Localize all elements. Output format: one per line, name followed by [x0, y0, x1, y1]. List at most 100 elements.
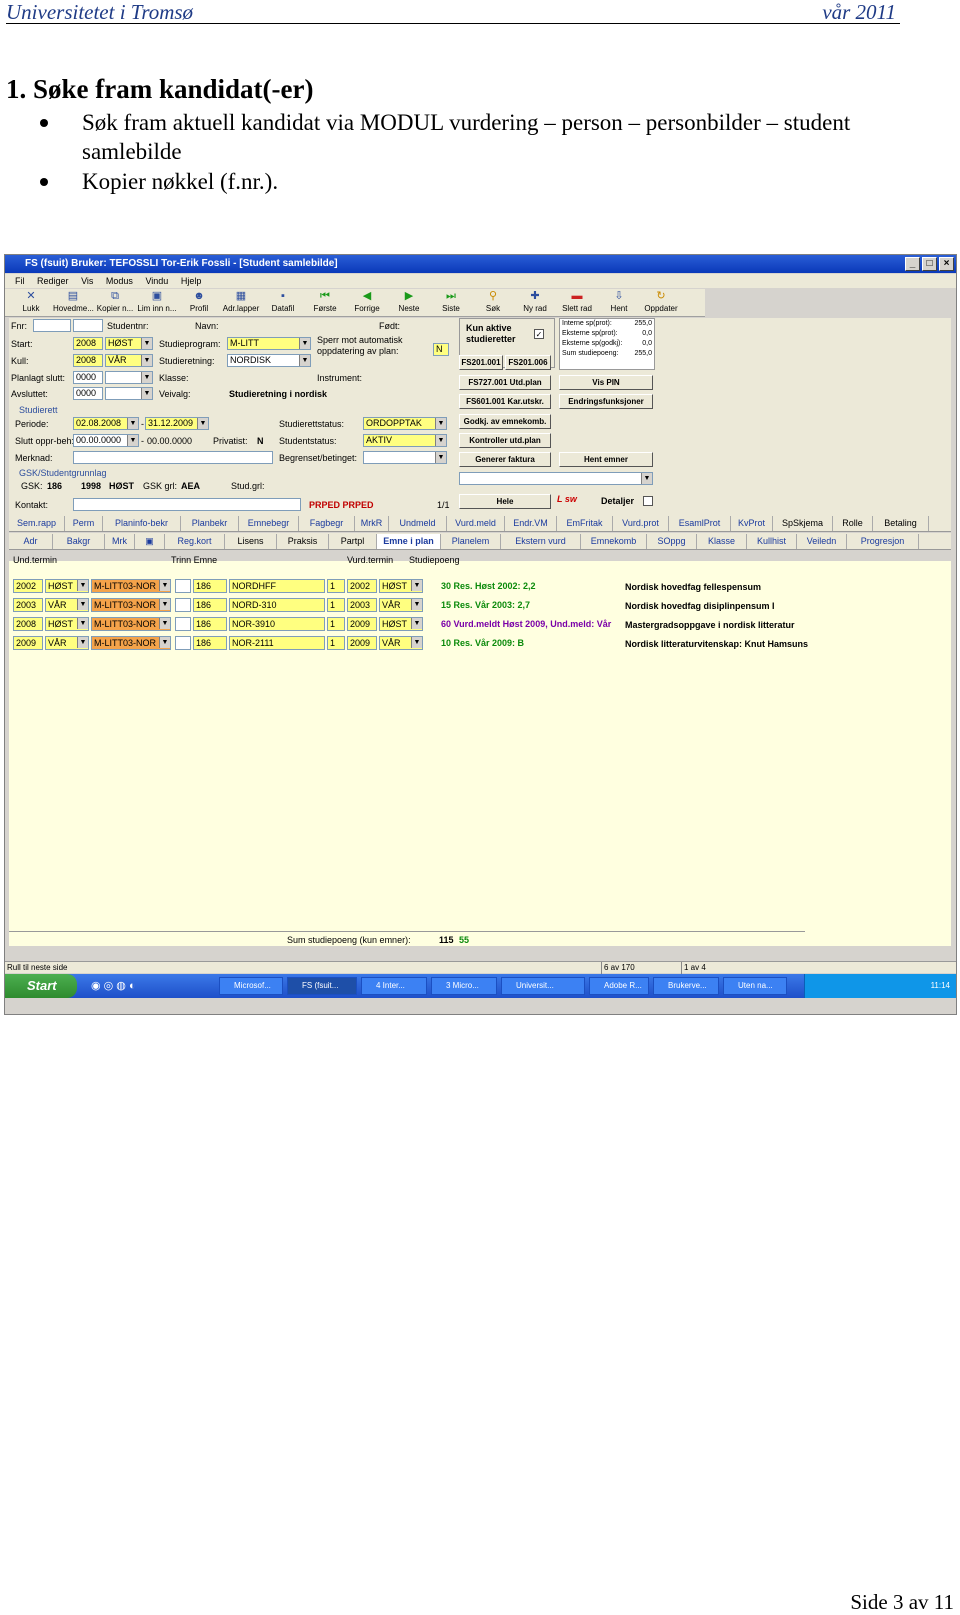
tab-esamlprot[interactable]: EsamlProt: [669, 516, 731, 531]
tab-adr[interactable]: Adr: [9, 534, 53, 549]
tab-kullhist[interactable]: Kullhist: [747, 534, 797, 549]
grid-cell-v[interactable]: 1: [327, 579, 345, 593]
toolbar-oppdater[interactable]: ↻ Oppdater: [641, 289, 681, 317]
kun-aktive-checkbox[interactable]: ✓: [534, 329, 544, 339]
tab-emfritak[interactable]: EmFritak: [557, 516, 613, 531]
tab-vurd-prot[interactable]: Vurd.prot: [613, 516, 669, 531]
studieretning-select[interactable]: NORDISK ▼: [227, 354, 311, 367]
grid-cell-check[interactable]: [175, 598, 191, 612]
grid-cell-emne[interactable]: NORDHFF: [229, 579, 325, 593]
task-microsoft[interactable]: Microsof...: [219, 977, 283, 995]
grid-cell-check[interactable]: [175, 636, 191, 650]
tab-planinfo-bekr[interactable]: Planinfo-bekr: [103, 516, 181, 531]
grid-cell-vyear[interactable]: 2009: [347, 636, 377, 650]
tab-ekstern-vurd[interactable]: Ekstern vurd: [501, 534, 581, 549]
periode-from-field[interactable]: 02.08.2008 ▼: [73, 417, 139, 430]
tab-reg-kort[interactable]: Reg.kort: [165, 534, 225, 549]
start-button[interactable]: Start: [5, 974, 77, 998]
generer-faktura-button[interactable]: Generer faktura: [459, 452, 551, 467]
grid-cell-emne[interactable]: NOR-2111: [229, 636, 325, 650]
endringsfunksjoner-button[interactable]: Endringsfunksjoner: [559, 394, 653, 409]
fnr-input[interactable]: [33, 319, 71, 332]
task-micro[interactable]: 3 Micro...: [431, 977, 497, 995]
detaljer-checkbox[interactable]: [643, 496, 653, 506]
tab-planbekr[interactable]: Planbekr: [181, 516, 239, 531]
tab-partpl[interactable]: Partpl: [329, 534, 377, 549]
grid-cell-check[interactable]: [175, 617, 191, 631]
tab-sem-rapp[interactable]: Sem.rapp: [9, 516, 65, 531]
toolbar-sok[interactable]: ⚲ Søk: [473, 289, 513, 317]
toolbar-siste[interactable]: ⏭ Siste: [431, 289, 471, 317]
tab-mrkr[interactable]: MrkR: [355, 516, 389, 531]
menu-vindu[interactable]: Vindu: [145, 274, 168, 288]
grid-cell-prog[interactable]: M-LITT03-NOR ▼: [91, 598, 171, 612]
tab-vurd-meld[interactable]: Vurd.meld: [447, 516, 505, 531]
tab-mrk[interactable]: Mrk: [105, 534, 135, 549]
kontakt-field[interactable]: [73, 498, 301, 511]
toolbar-kopier[interactable]: ⧉ Kopier n...: [95, 289, 135, 317]
tab-betaling[interactable]: Betaling: [873, 516, 929, 531]
quick-launch-icons[interactable]: ◉ ◎ ◍ ◐: [91, 979, 136, 992]
grid-cell-vyear[interactable]: 2002: [347, 579, 377, 593]
grid-cell-term[interactable]: VÅR ▼: [45, 636, 89, 650]
minimize-icon[interactable]: _: [905, 257, 920, 271]
grid-cell-inst[interactable]: 186: [193, 617, 227, 631]
grid-cell-prog[interactable]: M-LITT03-NOR ▼: [91, 636, 171, 650]
toolbar-lim-inn[interactable]: ▣ Lim inn n...: [137, 289, 177, 317]
maximize-icon[interactable]: □: [922, 257, 937, 271]
tab-praksis[interactable]: Praksis: [277, 534, 329, 549]
tab-rolle[interactable]: Rolle: [833, 516, 873, 531]
kull-year-field[interactable]: 2008: [73, 354, 103, 367]
studieprogram-select[interactable]: M-LITT ▼: [227, 337, 311, 350]
tab-lisens[interactable]: Lisens: [225, 534, 277, 549]
grid-cell-vterm[interactable]: HØST ▼: [379, 579, 423, 593]
tab-emnekomb[interactable]: Emnekomb: [581, 534, 647, 549]
menu-vis[interactable]: Vis: [81, 274, 93, 288]
grid-cell-inst[interactable]: 186: [193, 636, 227, 650]
grid-cell-year[interactable]: 2008: [13, 617, 43, 631]
emne-select[interactable]: ▼: [459, 472, 653, 485]
fs201-001-button[interactable]: FS201.001: [459, 355, 503, 370]
grid-cell-year[interactable]: 2003: [13, 598, 43, 612]
tab-progresjon[interactable]: Progresjon: [847, 534, 919, 549]
tab-emne-i-plan[interactable]: Emne i plan: [377, 534, 441, 549]
tab-planelem[interactable]: Planelem: [441, 534, 501, 549]
task-internet[interactable]: 4 Inter...: [361, 977, 427, 995]
tab-perm[interactable]: Perm: [65, 516, 103, 531]
grid-cell-term[interactable]: VÅR ▼: [45, 598, 89, 612]
task-uten-navn[interactable]: Uten na...: [723, 977, 787, 995]
task-fs[interactable]: FS (fsuit...: [287, 977, 357, 995]
tab-veiledn[interactable]: Veiledn: [797, 534, 847, 549]
fnr-input-2[interactable]: [73, 319, 103, 332]
grid-cell-year[interactable]: 2009: [13, 636, 43, 650]
avsluttet-term-select[interactable]: ▼: [105, 387, 153, 400]
toolbar-lukk[interactable]: ✕ Lukk: [11, 289, 51, 317]
grid-cell-vterm[interactable]: HØST ▼: [379, 617, 423, 631]
grid-cell-v[interactable]: 1: [327, 636, 345, 650]
slutt-from-field[interactable]: 00.00.0000 ▼: [73, 434, 139, 447]
godkj-emnekomb-button[interactable]: Godkj. av emnekomb.: [459, 414, 551, 429]
grid-cell-prog[interactable]: M-LITT03-NOR ▼: [91, 617, 171, 631]
toolbar-forste[interactable]: ⏮ Første: [305, 289, 345, 317]
grid-cell-prog[interactable]: M-LITT03-NOR ▼: [91, 579, 171, 593]
grid-cell-vyear[interactable]: 2003: [347, 598, 377, 612]
grid-cell-vyear[interactable]: 2009: [347, 617, 377, 631]
grid-cell-term[interactable]: HØST ▼: [45, 579, 89, 593]
toolbar-slett-rad[interactable]: ▬ Slett rad: [557, 289, 597, 317]
tab-endr-vm[interactable]: Endr.VM: [505, 516, 557, 531]
menu-fil[interactable]: Fil: [15, 274, 25, 288]
toolbar-hent[interactable]: ⇩ Hent: [599, 289, 639, 317]
task-brukerveiledning[interactable]: Brukerve...: [653, 977, 719, 995]
task-universitet[interactable]: Universit...: [501, 977, 585, 995]
grid-cell-v[interactable]: 1: [327, 617, 345, 631]
tab-klasse[interactable]: Klasse: [697, 534, 747, 549]
fs727-utd-plan-button[interactable]: FS727.001 Utd.plan: [459, 375, 551, 390]
tab-bakgr[interactable]: Bakgr: [53, 534, 105, 549]
periode-to-field[interactable]: 31.12.2009 ▼: [145, 417, 209, 430]
grid-cell-emne[interactable]: NORD-310: [229, 598, 325, 612]
menu-rediger[interactable]: Rediger: [37, 274, 69, 288]
hent-emner-button[interactable]: Hent emner: [559, 452, 653, 467]
planlagt-term-select[interactable]: ▼: [105, 371, 153, 384]
grid-cell-term[interactable]: HØST ▼: [45, 617, 89, 631]
tab-spskjema[interactable]: SpSkjema: [773, 516, 833, 531]
